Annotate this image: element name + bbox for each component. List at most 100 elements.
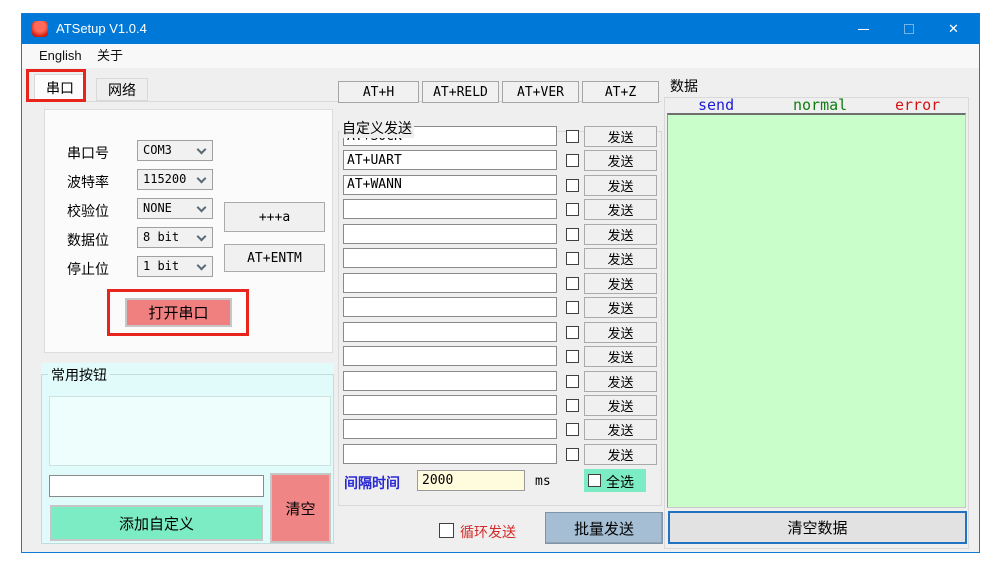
row-checkbox[interactable] [566,252,579,265]
at-ver-button[interactable]: AT+VER [502,81,579,103]
chevron-down-icon [197,145,207,155]
parity-select[interactable]: NONE [137,198,213,219]
menu-about[interactable]: 关于 [97,44,123,68]
custom-send-label: 自定义发送 [340,118,414,138]
title-bar[interactable]: ATSetup V1.0.4 ✕ [22,14,979,44]
row-checkbox[interactable] [566,130,579,143]
plus-a-button[interactable]: +++a [224,202,325,232]
row-checkbox[interactable] [566,179,579,192]
common-buttons-area [49,396,331,466]
data-bits-select[interactable]: 8 bit [137,227,213,248]
command-input[interactable] [343,322,557,342]
select-all-checkbox[interactable] [588,474,601,487]
com-port-label: 串口号 [67,143,109,163]
send-button[interactable]: 发送 [584,126,657,147]
send-button[interactable]: 发送 [584,322,657,343]
clear-data-button[interactable]: 清空数据 [668,511,967,544]
send-button[interactable]: 发送 [584,444,657,465]
custom-send-row: 发送 [338,199,662,220]
command-input[interactable] [343,248,557,268]
chevron-down-icon [197,174,207,184]
maximize-icon [904,24,914,34]
row-checkbox[interactable] [566,375,579,388]
window-title: ATSetup V1.0.4 [56,14,147,44]
custom-send-row: 发送 [338,419,662,440]
at-entm-button[interactable]: AT+ENTM [224,244,325,272]
row-checkbox[interactable] [566,350,579,363]
data-output-area[interactable] [667,113,966,508]
row-checkbox[interactable] [566,277,579,290]
row-checkbox[interactable] [566,154,579,167]
command-input[interactable] [343,444,557,464]
at-h-button[interactable]: AT+H [338,81,419,103]
custom-send-row: 发送 [338,175,662,196]
row-checkbox[interactable] [566,448,579,461]
loop-send-checkbox[interactable] [439,523,454,538]
stop-bits-select[interactable]: 1 bit [137,256,213,277]
command-input[interactable] [343,297,557,317]
command-input[interactable] [343,150,557,170]
custom-send-row: 发送 [338,444,662,465]
send-button[interactable]: 发送 [584,248,657,269]
command-input[interactable] [343,346,557,366]
send-button[interactable]: 发送 [584,419,657,440]
parity-value: NONE [143,201,172,215]
custom-send-row: 发送 [338,297,662,318]
data-bits-label: 数据位 [67,230,109,250]
select-all-block: 全选 [584,469,646,492]
minimize-button[interactable] [841,14,886,44]
chevron-down-icon [197,232,207,242]
send-button[interactable]: 发送 [584,273,657,294]
custom-send-row: 发送 [338,224,662,245]
send-button[interactable]: 发送 [584,150,657,171]
baud-rate-value: 115200 [143,172,186,186]
clear-buttons-button[interactable]: 清空 [270,473,331,543]
tab-serial[interactable]: 串口 [34,74,86,101]
command-input[interactable] [343,224,557,244]
send-button[interactable]: 发送 [584,175,657,196]
interval-time-input[interactable] [417,470,525,491]
custom-send-row: 发送 [338,273,662,294]
send-button[interactable]: 发送 [584,297,657,318]
send-button[interactable]: 发送 [584,395,657,416]
command-input[interactable] [343,395,557,415]
at-reld-button[interactable]: AT+RELD [422,81,499,103]
command-input[interactable] [343,371,557,391]
desktop-background: ATSetup V1.0.4 ✕ English 关于 串口 网络 串口号 CO… [0,0,999,566]
send-button[interactable]: 发送 [584,224,657,245]
row-checkbox[interactable] [566,326,579,339]
stop-bits-label: 停止位 [67,259,109,279]
command-input[interactable] [343,175,557,195]
row-checkbox[interactable] [566,301,579,314]
app-icon [32,21,48,37]
send-button[interactable]: 发送 [584,199,657,220]
com-port-select[interactable]: COM3 [137,140,213,161]
stop-bits-value: 1 bit [143,259,179,273]
row-checkbox[interactable] [566,228,579,241]
add-custom-button[interactable]: 添加自定义 [50,505,263,541]
command-input[interactable] [343,199,557,219]
command-input[interactable] [343,419,557,439]
at-z-button[interactable]: AT+Z [582,81,659,103]
row-checkbox[interactable] [566,203,579,216]
menu-english[interactable]: English [39,44,82,68]
send-button[interactable]: 发送 [584,371,657,392]
send-button[interactable]: 发送 [584,346,657,367]
row-checkbox[interactable] [566,423,579,436]
common-group-label: 常用按钮 [48,365,110,385]
baud-rate-select[interactable]: 115200 [137,169,213,190]
tab-network[interactable]: 网络 [96,78,148,101]
interval-time-label: 间隔时间 [344,473,400,493]
parity-label: 校验位 [67,201,109,221]
loop-send-label: 循环发送 [460,522,516,542]
row-checkbox[interactable] [566,399,579,412]
close-button[interactable]: ✕ [931,14,976,44]
batch-send-button[interactable]: 批量发送 [545,512,663,544]
command-input[interactable] [343,273,557,293]
maximize-button [886,14,931,44]
open-serial-port-button[interactable]: 打开串口 [125,298,232,327]
atsetup-window: ATSetup V1.0.4 ✕ English 关于 串口 网络 串口号 CO… [21,13,980,553]
custom-command-input[interactable] [49,475,264,497]
com-port-value: COM3 [143,143,172,157]
legend-normal: normal [793,96,847,114]
